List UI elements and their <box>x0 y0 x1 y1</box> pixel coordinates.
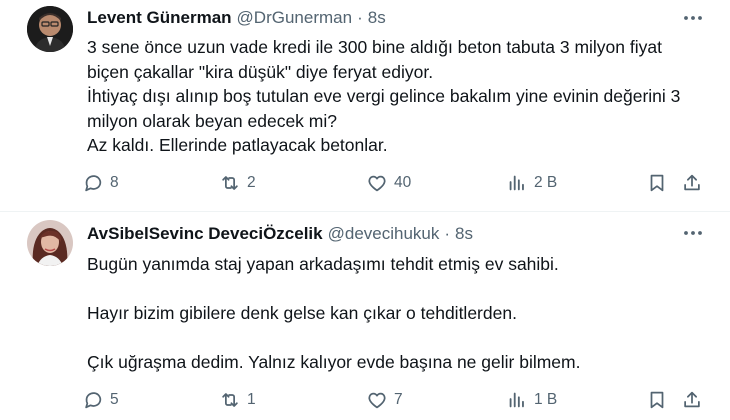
repost-icon <box>219 172 241 194</box>
views-button[interactable]: 1 B <box>506 387 557 413</box>
heart-icon <box>366 389 388 411</box>
tweet-header: Levent Günerman @DrGunerman · 8s <box>87 7 386 29</box>
tweet-header: AvSibelSevinc DeveciÖzcelik @devecihukuk… <box>87 223 473 245</box>
more-icon[interactable] <box>682 222 704 244</box>
reply-icon <box>82 172 104 194</box>
bookmark-icon <box>646 172 668 194</box>
views-button[interactable]: 2 B <box>506 170 557 196</box>
reply-button[interactable]: 8 <box>82 170 119 196</box>
action-bar: 8 2 40 2 B <box>0 170 730 196</box>
separator: · <box>357 8 363 27</box>
repost-count: 1 <box>247 391 256 408</box>
tweet-paragraph: Bugün yanımda staj yapan arkadaşımı tehd… <box>87 254 559 274</box>
timestamp[interactable]: 8s <box>455 224 473 244</box>
like-count: 40 <box>394 174 412 191</box>
like-button[interactable]: 40 <box>366 170 411 196</box>
action-bar: 5 1 7 1 B <box>0 387 730 413</box>
bookmark-button[interactable] <box>646 387 668 413</box>
reply-button[interactable]: 5 <box>82 387 119 413</box>
reply-count: 8 <box>110 174 119 191</box>
user-handle[interactable]: @DrGunerman <box>237 8 353 28</box>
display-name[interactable]: AvSibelSevinc DeveciÖzcelik <box>87 224 323 244</box>
repost-button[interactable]: 2 <box>219 170 256 196</box>
reply-count: 5 <box>110 391 119 408</box>
repost-icon <box>219 389 241 411</box>
display-name[interactable]: Levent Günerman <box>87 8 232 28</box>
bookmark-button[interactable] <box>646 170 668 196</box>
like-count: 7 <box>394 391 403 408</box>
more-icon[interactable] <box>682 7 704 29</box>
share-icon <box>681 389 703 411</box>
view-count: 2 B <box>534 174 558 191</box>
timestamp[interactable]: 8s <box>368 8 386 28</box>
separator: · <box>444 224 451 243</box>
repost-count: 2 <box>247 174 256 191</box>
share-button[interactable] <box>681 387 703 413</box>
repost-button[interactable]: 1 <box>219 387 256 413</box>
avatar[interactable] <box>27 6 73 52</box>
tweet[interactable]: AvSibelSevinc DeveciÖzcelik @devecihukuk… <box>0 212 730 420</box>
bookmark-icon <box>646 389 668 411</box>
tweet[interactable]: Levent Günerman @DrGunerman · 8s 3 sene … <box>0 0 730 212</box>
tweet-paragraph: 3 sene önce uzun vade kredi ile 300 bine… <box>87 37 681 155</box>
tweet-text: 3 sene önce uzun vade kredi ile 300 bine… <box>87 35 717 158</box>
share-button[interactable] <box>681 170 703 196</box>
user-handle[interactable]: @devecihukuk <box>328 224 440 244</box>
avatar[interactable] <box>27 220 73 266</box>
views-icon <box>506 172 528 194</box>
like-button[interactable]: 7 <box>366 387 403 413</box>
tweet-text: Bugün yanımda staj yapan arkadaşımı tehd… <box>87 252 717 375</box>
heart-icon <box>366 172 388 194</box>
views-icon <box>506 389 528 411</box>
tweet-paragraph: Hayır bizim gibilere denk gelse kan çıka… <box>87 303 517 323</box>
reply-icon <box>82 389 104 411</box>
share-icon <box>681 172 703 194</box>
tweet-paragraph: Çık uğraşma dedim. Yalnız kalıyor evde b… <box>87 352 581 372</box>
view-count: 1 B <box>534 391 558 408</box>
